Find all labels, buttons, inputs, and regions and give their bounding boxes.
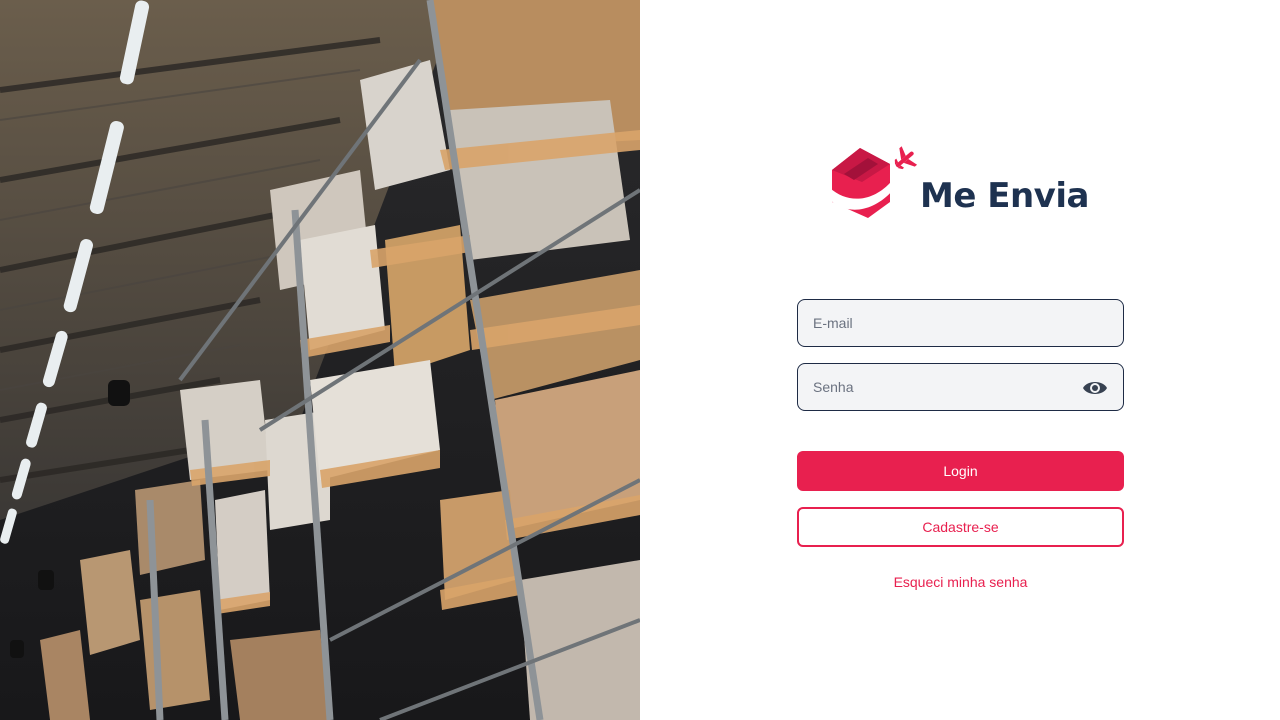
login-button[interactable]: Login (797, 451, 1124, 491)
box-airplane-logo-icon (830, 146, 918, 218)
email-input[interactable] (798, 300, 1123, 346)
password-field[interactable] (797, 363, 1124, 411)
warehouse-photo (0, 0, 640, 720)
eye-icon[interactable] (1082, 376, 1108, 400)
forgot-password-link[interactable]: Esqueci minha senha (797, 574, 1124, 590)
email-field[interactable] (797, 299, 1124, 347)
login-panel: Me Envia Login Cadastre-se Esqueci minha… (640, 0, 1280, 720)
signup-button[interactable]: Cadastre-se (797, 507, 1124, 547)
password-input[interactable] (798, 364, 1123, 410)
brand-name: Me Envia (920, 176, 1089, 216)
